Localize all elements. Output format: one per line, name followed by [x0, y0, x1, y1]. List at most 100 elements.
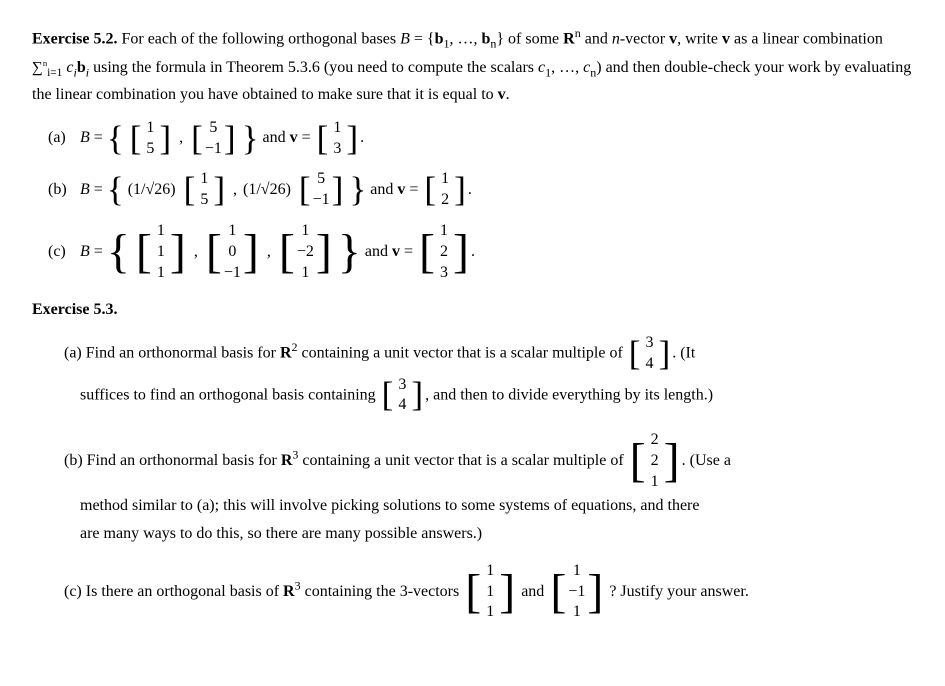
v-entry-1: 1 [437, 221, 451, 242]
v-entry-2: 3 [330, 139, 344, 160]
ex53-b-v-entries: 2 2 1 [648, 430, 662, 492]
left-bracket: [ [465, 572, 481, 613]
comma: , [233, 176, 237, 205]
part-b-v2: [ 5 −1 ] [299, 169, 343, 211]
entry-2: 1 [483, 582, 497, 603]
right-bracket: ] [316, 232, 332, 273]
left-bracket: [ [191, 123, 203, 155]
part-a-v2: [ 5 −1 ] [191, 118, 235, 160]
part-b-B-prefix: B = [80, 176, 107, 205]
entry-3: 1 [483, 602, 497, 623]
part-b-label: (b) [48, 176, 80, 205]
entry-2-1: 5 [206, 118, 220, 139]
entry-2: 2 [648, 451, 662, 472]
exercise-53-part-b: (b) Find an orthonormal basis for R3 con… [64, 430, 913, 547]
part-b-scale1: (1/√26) [128, 176, 176, 205]
part-c-label: (c) [64, 583, 82, 600]
part-b-v1-entries: 1 5 [197, 169, 211, 211]
right-bracket: ] [170, 232, 186, 273]
ex53-c-v1-entries: 1 1 1 [483, 561, 497, 623]
part-c-v-entries: 1 2 3 [437, 221, 451, 283]
entry-1: 3 [395, 375, 409, 396]
part-c-v1: [ 1 1 1 ] [136, 221, 186, 283]
right-bracket: ] [346, 123, 358, 155]
exercise-53-part-c: (c) Is there an orthogonal basis of R3 c… [64, 561, 913, 623]
exercise-53-title-line: Exercise 5.3. [32, 297, 913, 323]
ex53-c-vector2: [ 1 −1 1 ] [550, 561, 603, 623]
part-c-label: (c) [48, 238, 80, 267]
part-c-v-result: [ 1 2 3 ] [419, 221, 469, 283]
exercise-53-part-a: (a) Find an orthonormal basis for R2 con… [64, 333, 913, 416]
part-b-period: . [468, 176, 472, 205]
left-bracket: [ [130, 123, 142, 155]
v-entry-1: 1 [438, 169, 452, 190]
ex53-b-vector: [ 2 2 1 ] [630, 430, 680, 492]
part-c-period: . [471, 238, 475, 267]
left-bracket: [ [299, 174, 311, 206]
right-bracket: ] [243, 232, 259, 273]
left-bracket: [ [550, 572, 566, 613]
part-c-v3-entries: 1 −2 1 [297, 221, 314, 283]
part-b-set: { (1/√26) [ 1 5 ] , (1/√26) [ [107, 169, 366, 211]
left-bracket: [ [424, 174, 436, 206]
part-a-v1: [ 1 5 ] [130, 118, 171, 160]
ex53-a-vector1: [ 3 4 ] [629, 333, 670, 375]
entry-3: 1 [570, 602, 584, 623]
entry-1: 2 [648, 430, 662, 451]
v-entry-3: 3 [437, 263, 451, 284]
entry-2-2: 0 [225, 242, 239, 263]
part-c-v3: [ 1 −2 1 ] [279, 221, 332, 283]
part-c-B-prefix: B = [80, 238, 107, 267]
part-a-v-entries: 1 3 [330, 118, 344, 160]
left-bracket: [ [630, 441, 646, 482]
entry-3-3: 1 [298, 263, 312, 284]
entry-2-1: 1 [225, 221, 239, 242]
part-a-v1-entries: 1 5 [143, 118, 157, 160]
entry-2: 4 [642, 354, 656, 375]
left-brace: { [107, 232, 130, 273]
entry-2: −1 [568, 582, 585, 603]
part-b-v1: [ 1 5 ] [184, 169, 225, 211]
entry-1: 1 [570, 561, 584, 582]
part-a-label: (a) [64, 344, 82, 361]
v-entry-2: 2 [437, 242, 451, 263]
part-c-v2-entries: 1 0 −1 [224, 221, 241, 283]
left-bracket: [ [419, 232, 435, 273]
exercise-52-part-c: (c) B = { [ 1 1 1 ] , [ [48, 221, 913, 283]
part-a-v-result: [ 1 3 ] [317, 118, 358, 160]
right-bracket: ] [159, 123, 171, 155]
entry-3-1: 1 [298, 221, 312, 242]
part-a-and-v: and v = [263, 124, 315, 153]
right-bracket: ] [587, 572, 603, 613]
exercise-52-intro: Exercise 5.2. For each of the following … [32, 24, 913, 108]
part-b-v2-entries: 5 −1 [313, 169, 330, 211]
left-bracket: [ [382, 379, 394, 411]
comma: , [179, 124, 183, 153]
part-a-v2-entries: 5 −1 [205, 118, 222, 160]
part-b-vectors: (1/√26) [ 1 5 ] , (1/√26) [ 5 [124, 169, 350, 211]
part-c-vectors: [ 1 1 1 ] , [ 1 0 −1 [130, 221, 338, 283]
entry-1-3: 1 [154, 263, 168, 284]
ex53-c-vector1: [ 1 1 1 ] [465, 561, 515, 623]
right-bracket: ] [658, 338, 670, 370]
right-bracket: ] [499, 572, 515, 613]
ex53-c-and: and [521, 583, 548, 600]
part-b-v-result: [ 1 2 ] [424, 169, 465, 211]
ex53-c-v2-entries: 1 −1 1 [568, 561, 585, 623]
part-c-v2: [ 1 0 −1 ] [206, 221, 259, 283]
v-entry-1: 1 [330, 118, 344, 139]
entry-1-1: 1 [197, 169, 211, 190]
entry-2-3: −1 [224, 263, 241, 284]
entry-1: 1 [483, 561, 497, 582]
left-bracket: [ [279, 232, 295, 273]
ex53-a-vector2: [ 3 4 ] [382, 375, 423, 417]
exercise-52-part-a: (a) B = { [ 1 5 ] , [ [48, 118, 913, 160]
exercise-53: Exercise 5.3. (a) Find an orthonormal ba… [32, 297, 913, 623]
exercise-53-title: Exercise 5.3. [32, 301, 117, 318]
entry-1-2: 5 [143, 139, 157, 160]
right-bracket: ] [411, 379, 423, 411]
left-brace: { [107, 123, 124, 155]
right-brace: } [338, 232, 361, 273]
entry-1-2: 1 [154, 242, 168, 263]
part-c-v1-entries: 1 1 1 [154, 221, 168, 283]
